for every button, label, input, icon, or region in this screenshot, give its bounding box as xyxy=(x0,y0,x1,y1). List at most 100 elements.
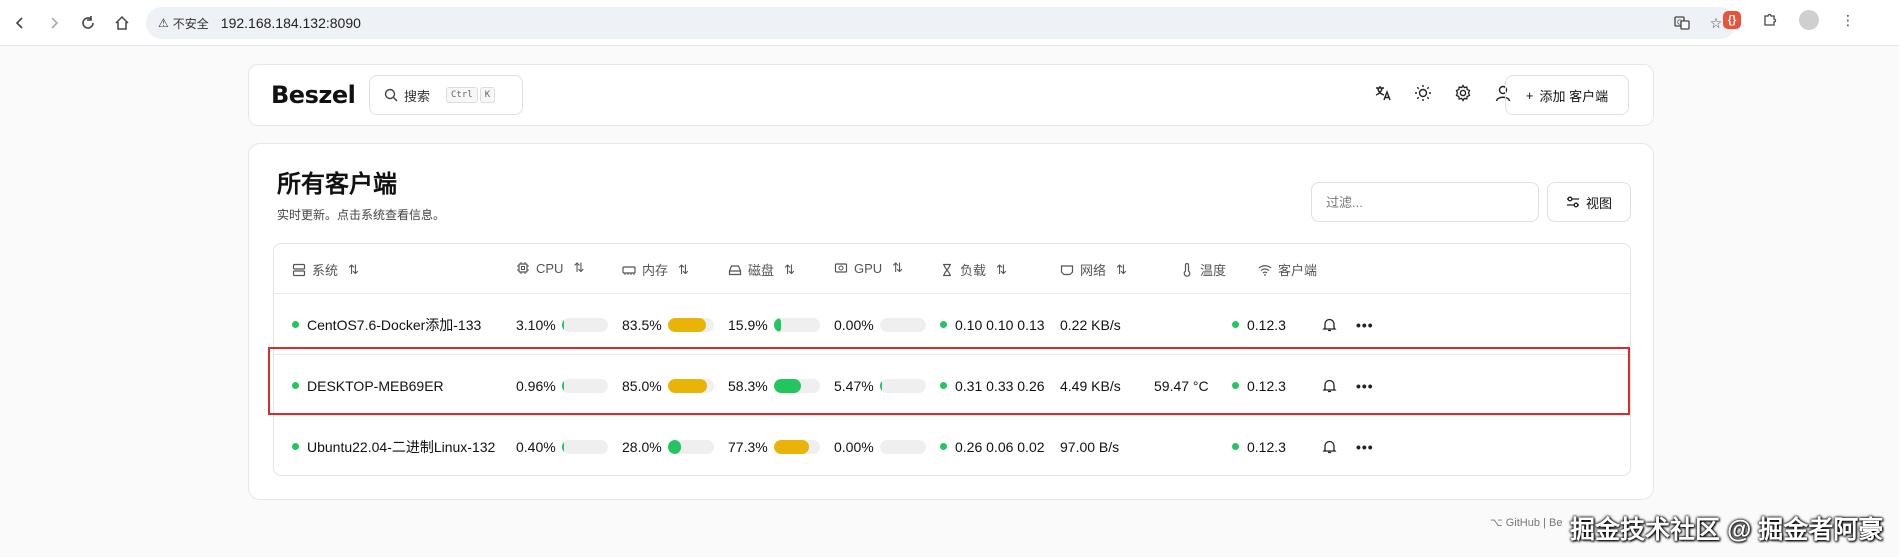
col-cpu-label: CPU xyxy=(536,260,564,276)
settings-gear-icon[interactable] xyxy=(1453,83,1473,103)
col-load[interactable]: 负载 ⇅ xyxy=(940,260,1007,279)
back-icon[interactable] xyxy=(6,9,34,37)
footer-separator: | xyxy=(1543,517,1546,529)
col-memory-label: 内存 xyxy=(642,263,669,278)
memory-bar xyxy=(667,439,714,454)
gpu-bar xyxy=(879,378,926,393)
insecure-indicator[interactable]: ⚠ 不安全 xyxy=(158,15,209,32)
cpu-bar xyxy=(561,439,608,454)
forward-icon[interactable] xyxy=(40,9,68,37)
gpu-bar xyxy=(879,439,926,454)
cpu-bar-fill xyxy=(561,378,564,393)
search-icon xyxy=(384,88,398,102)
load-value: 0.10 0.10 0.13 xyxy=(955,316,1045,333)
add-client-button[interactable]: + 添加 客户端 xyxy=(1505,75,1629,115)
memory-bar-fill xyxy=(667,378,707,393)
server-icon xyxy=(292,263,306,276)
disk-bar xyxy=(773,317,820,332)
status-dot xyxy=(292,443,299,450)
gpu-value: 5.47% xyxy=(834,377,874,394)
browser-toolbar: ⚠ 不安全 192.168.184.132:8090 G ☆ {} ⋮ xyxy=(0,0,1899,46)
page-title: 所有客户端 xyxy=(277,171,397,198)
col-temperature: 温度 xyxy=(1180,260,1226,279)
network-value: 4.49 KB/s xyxy=(1060,377,1121,394)
gpu-icon xyxy=(834,263,848,273)
search-button[interactable]: 搜索 Ctrl K xyxy=(369,75,523,115)
url-text[interactable]: 192.168.184.132:8090 xyxy=(221,15,361,31)
footer: ⌥ GitHub | Be xyxy=(1490,516,1562,529)
network-value: 97.00 B/s xyxy=(1060,438,1120,455)
home-icon[interactable] xyxy=(108,9,136,37)
extensions-puzzle-icon[interactable] xyxy=(1759,9,1781,31)
col-network-label: 网络 xyxy=(1080,263,1107,278)
extension-icon-red[interactable]: {} xyxy=(1723,11,1741,29)
col-gpu[interactable]: GPU ⇅ xyxy=(834,260,903,276)
load-value: 0.26 0.06 0.02 xyxy=(955,438,1045,455)
bell-icon[interactable] xyxy=(1322,416,1337,477)
col-load-label: 负载 xyxy=(960,263,987,278)
sort-icon: ⇅ xyxy=(678,261,689,277)
footer-link-partial[interactable]: Be xyxy=(1549,517,1562,529)
bell-icon[interactable] xyxy=(1322,355,1337,416)
reload-icon[interactable] xyxy=(74,9,102,37)
sort-icon: ⇅ xyxy=(996,261,1007,277)
cpu-value: 0.96% xyxy=(516,377,556,394)
table-row[interactable]: Ubuntu22.04-二进制Linux-132 0.40% 28.0% 77.… xyxy=(274,416,1630,477)
col-gpu-label: GPU xyxy=(854,260,883,276)
more-options-icon[interactable]: ••• xyxy=(1356,355,1374,416)
memory-value: 85.0% xyxy=(622,377,662,394)
col-memory[interactable]: 内存 ⇅ xyxy=(622,260,689,279)
table-row[interactable]: DESKTOP-MEB69ER 0.96% 85.0% 58.3% 5.47% … xyxy=(274,355,1630,416)
disk-bar xyxy=(773,439,820,454)
browser-menu-icon[interactable]: ⋮ xyxy=(1837,9,1859,31)
language-icon[interactable] xyxy=(1373,83,1393,103)
col-system[interactable]: 系统 ⇅ xyxy=(292,260,359,279)
sort-icon: ⇅ xyxy=(1116,261,1127,277)
warning-icon: ⚠ xyxy=(158,16,169,30)
agent-version: 0.12.3 xyxy=(1247,377,1286,394)
status-dot xyxy=(292,321,299,328)
system-name[interactable]: DESKTOP-MEB69ER xyxy=(307,378,444,394)
github-link[interactable]: GitHub xyxy=(1506,517,1540,529)
hourglass-icon xyxy=(943,263,951,276)
github-icon: ⌥ xyxy=(1490,517,1503,529)
table-row[interactable]: CentOS7.6-Docker添加-133 3.10% 83.5% 15.9%… xyxy=(274,294,1630,355)
more-options-icon[interactable]: ••• xyxy=(1356,416,1374,477)
disk-value: 15.9% xyxy=(728,316,768,333)
cpu-bar-fill xyxy=(561,439,564,454)
bell-icon[interactable] xyxy=(1322,294,1337,355)
insecure-label: 不安全 xyxy=(172,16,209,31)
table-header: 系统 ⇅ CPU ⇅ 内存 ⇅ 磁盘 ⇅ GPU ⇅ 负载 ⇅ 网络 ⇅ 温度 … xyxy=(274,244,1630,294)
sort-icon: ⇅ xyxy=(784,261,795,277)
load-dot xyxy=(940,382,947,389)
theme-sun-icon[interactable] xyxy=(1413,83,1433,103)
address-bar[interactable]: ⚠ 不安全 192.168.184.132:8090 G ☆ xyxy=(146,7,1736,39)
view-button[interactable]: 视图 xyxy=(1547,182,1631,222)
agent-dot xyxy=(1232,443,1239,450)
col-network[interactable]: 网络 ⇅ xyxy=(1060,260,1127,279)
cpu-bar xyxy=(561,378,608,393)
load-dot xyxy=(940,443,947,450)
sliders-icon xyxy=(1566,196,1579,208)
app-logo[interactable]: Beszel xyxy=(271,81,356,109)
memory-bar xyxy=(667,378,714,393)
memory-bar-fill xyxy=(667,439,681,454)
profile-avatar-icon[interactable] xyxy=(1799,10,1819,30)
col-system-label: 系统 xyxy=(312,263,339,278)
col-disk-label: 磁盘 xyxy=(748,263,775,278)
memory-icon xyxy=(622,265,636,275)
filter-input[interactable] xyxy=(1311,182,1539,222)
system-name[interactable]: CentOS7.6-Docker添加-133 xyxy=(307,315,481,335)
disk-bar xyxy=(773,378,820,393)
disk-value: 58.3% xyxy=(728,377,768,394)
disk-bar-fill xyxy=(773,317,782,332)
col-agent: 客户端 xyxy=(1258,260,1317,279)
translate-page-icon[interactable]: G xyxy=(1672,13,1692,33)
col-disk[interactable]: 磁盘 ⇅ xyxy=(728,260,795,279)
col-cpu[interactable]: CPU ⇅ xyxy=(516,260,584,276)
cpu-bar xyxy=(561,317,608,332)
agent-dot xyxy=(1232,321,1239,328)
gpu-bar-fill xyxy=(879,378,883,393)
more-options-icon[interactable]: ••• xyxy=(1356,294,1374,355)
system-name[interactable]: Ubuntu22.04-二进制Linux-132 xyxy=(307,437,495,457)
